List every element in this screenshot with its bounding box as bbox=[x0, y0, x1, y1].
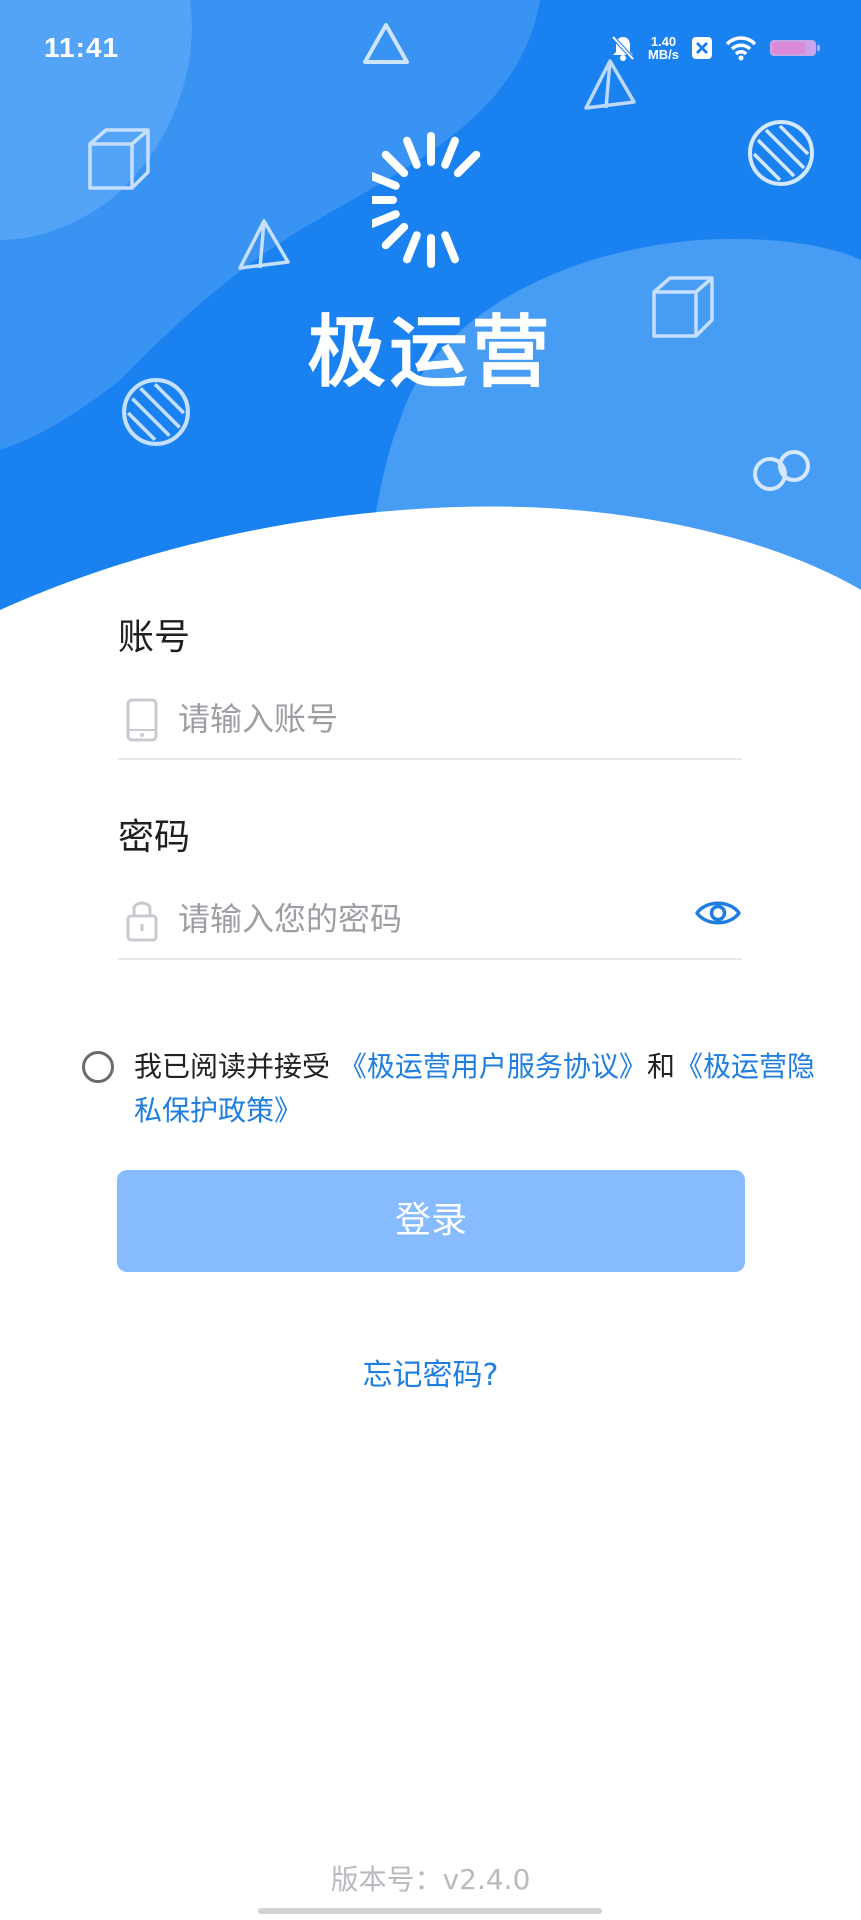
phone-icon bbox=[126, 698, 158, 742]
pyramid-icon bbox=[584, 59, 636, 110]
header-banner: 11:41 1.40 MB/s 极运营 bbox=[0, 0, 861, 640]
striped-ball-icon bbox=[748, 120, 814, 186]
agreement-prefix: 我已阅读并接受 bbox=[134, 1050, 331, 1083]
linked-rings-icon bbox=[753, 450, 810, 491]
lock-icon bbox=[126, 901, 158, 942]
pyramid-icon bbox=[238, 219, 290, 270]
account-label: 账号 bbox=[118, 617, 191, 658]
show-password-eye-icon[interactable] bbox=[694, 896, 742, 930]
login-button[interactable]: 登录 bbox=[117, 1170, 745, 1272]
triangle-icon bbox=[363, 23, 409, 64]
terms-link[interactable]: 《极运营用户服务协议》 bbox=[339, 1050, 647, 1083]
password-input[interactable]: 请输入您的密码 bbox=[178, 894, 402, 940]
forgot-password-link[interactable]: 忘记密码? bbox=[0, 1350, 861, 1394]
status-time: 11:41 bbox=[44, 32, 120, 63]
network-speed: 1.40 MB/s bbox=[648, 35, 679, 61]
cube-icon bbox=[88, 128, 150, 190]
account-input[interactable]: 请输入账号 bbox=[178, 694, 338, 740]
agreement-conjunction: 和 bbox=[646, 1050, 675, 1083]
agreement-text: 我已阅读并接受 《极运营用户服务协议》和《极运营隐私保护政策》 bbox=[134, 1045, 834, 1133]
status-bar: 11:41 1.40 MB/s bbox=[0, 0, 861, 100]
app-name: 极运营 bbox=[307, 308, 554, 398]
app-logo-icon bbox=[372, 132, 481, 268]
battery-icon bbox=[770, 40, 820, 56]
version-label: 版本号：v2.4.0 bbox=[330, 1863, 531, 1896]
wifi-icon bbox=[725, 36, 757, 61]
password-field[interactable]: 请输入您的密码 bbox=[118, 878, 742, 960]
account-field[interactable]: 请输入账号 bbox=[118, 678, 742, 760]
network-speed-unit: MB/s bbox=[647, 47, 679, 62]
agreement-radio[interactable] bbox=[82, 1051, 114, 1083]
close-box-icon bbox=[692, 37, 712, 59]
home-indicator[interactable] bbox=[258, 1908, 602, 1914]
password-label: 密码 bbox=[118, 817, 191, 858]
